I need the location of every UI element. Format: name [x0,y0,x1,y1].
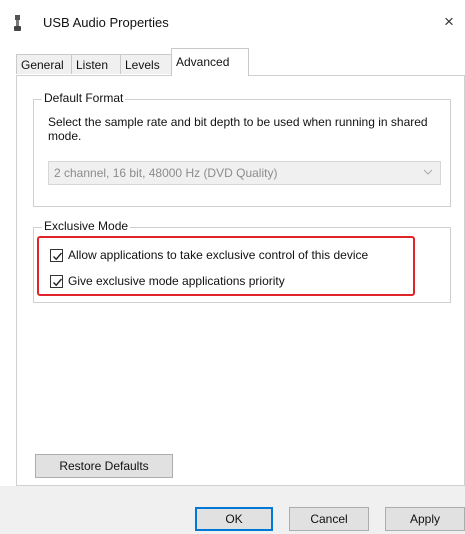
cancel-button[interactable]: Cancel [289,507,369,531]
tab-levels[interactable]: Levels [120,54,172,74]
tab-listen[interactable]: Listen [71,54,121,74]
ok-button[interactable]: OK [195,507,273,531]
exclusive-mode-legend: Exclusive Mode [42,219,131,233]
restore-defaults-button[interactable]: Restore Defaults [35,454,173,478]
sample-rate-dropdown[interactable]: 2 channel, 16 bit, 48000 Hz (DVD Quality… [48,161,441,185]
tab-label: Advanced [176,55,230,69]
apply-button[interactable]: Apply [385,507,465,531]
close-button[interactable]: × [437,10,461,34]
default-format-description: Select the sample rate and bit depth to … [48,115,428,143]
window-title: USB Audio Properties [43,15,169,30]
title-bar: USB Audio Properties × [0,0,465,46]
tab-general[interactable]: General [16,54,72,74]
tab-label: General [21,58,64,72]
chevron-down-icon [422,166,434,178]
tab-label: Levels [125,58,160,72]
default-format-legend: Default Format [42,91,126,105]
tab-bar: General Listen Levels Advanced [16,48,465,76]
close-icon: × [444,12,454,31]
highlight-box [37,236,415,296]
tab-label: Listen [76,58,109,72]
speaker-icon [12,14,28,32]
tab-advanced[interactable]: Advanced [171,48,249,76]
sample-rate-value: 2 channel, 16 bit, 48000 Hz (DVD Quality… [54,166,278,180]
